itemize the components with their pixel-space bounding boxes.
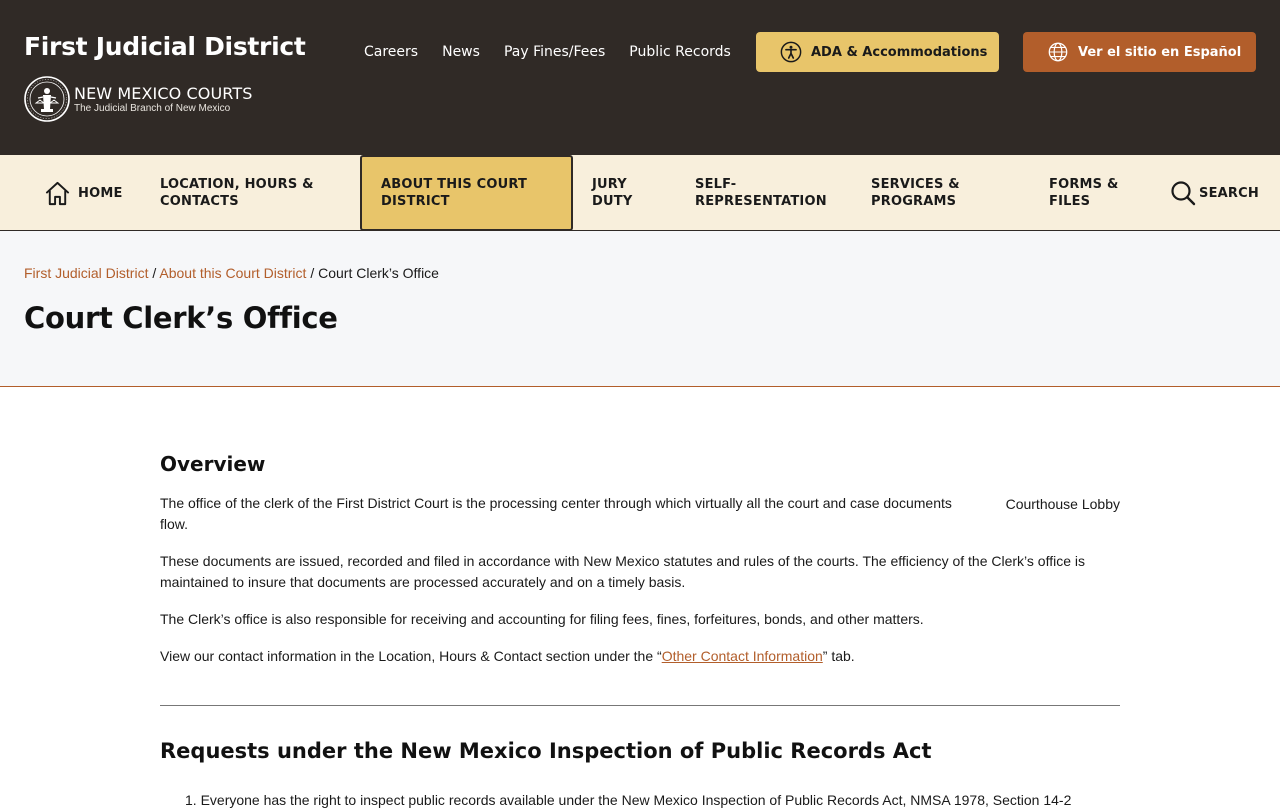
court-seal-icon [24,76,70,122]
ipra-list-item-1: 1. Everyone has the right to inspect pub… [185,792,1072,808]
breadcrumb: First Judicial District / About this Cou… [24,265,439,281]
overview-heading: Overview [160,452,266,476]
overview-paragraph-3: The Clerk’s office is also responsible f… [160,611,924,627]
overview-paragraph-1: The office of the clerk of the First Dis… [160,495,952,532]
p4-text-before: View our contact information in the Loca… [160,648,662,664]
link-public-records[interactable]: Public Records [629,43,731,61]
link-careers[interactable]: Careers [364,43,418,61]
link-pay-fines-fees[interactable]: Pay Fines/Fees [504,43,605,61]
breadcrumb-current: Court Clerk’s Office [318,265,439,281]
brand-name: NEW MEXICO COURTS [74,83,253,103]
globe-icon [1048,42,1068,62]
nav-item-about-this-court-district[interactable]: ABOUT THIS COURT DISTRICT [360,155,573,231]
overview-paragraph-2: These documents are issued, recorded and… [160,553,1085,590]
site-title[interactable]: First Judicial District [24,32,306,61]
nav-item-jury-duty[interactable]: JURY DUTY [592,155,662,231]
nav-item-search[interactable]: SEARCH [1170,155,1259,231]
ipra-heading: Requests under the New Mexico Inspection… [160,739,932,763]
nav-item-location-hours-contacts[interactable]: LOCATION, HOURS & CONTACTS [160,155,340,231]
spanish-site-button[interactable]: Ver el sitio en Español [1023,32,1256,72]
courthouse-lobby-image: Courthouse Lobby [1006,496,1120,512]
breadcrumb-separator: / [306,265,319,281]
nav-item-self-representation[interactable]: SELF-REPRESENTATION [695,155,845,231]
p4-text-after: ” tab. [822,648,855,664]
breadcrumb-first-judicial-district[interactable]: First Judicial District [24,265,148,281]
nav-home-label: HOME [78,185,123,201]
breadcrumb-separator: / [148,265,160,281]
nav-item-forms-files[interactable]: FORMS & FILES [1049,155,1139,231]
accessibility-icon [780,41,802,63]
overview-paragraph-4: View our contact information in the Loca… [160,646,1120,667]
utility-nav: Careers News Pay Fines/Fees Public Recor… [364,43,731,61]
ada-accommodations-button[interactable]: ADA & Accommodations [756,32,999,72]
overview-intro: The office of the clerk of the First Dis… [160,493,1120,551]
main-content: Overview The office of the clerk of the … [160,452,1120,780]
search-icon [1171,181,1196,206]
courthouse-lobby-alt-text: Courthouse Lobby [1005,496,1120,512]
brand-subtitle: The Judicial Branch of New Mexico [74,102,231,114]
top-header: First Judicial District NEW MEXICO COURT… [0,0,1280,155]
breadcrumb-about-this-court-district[interactable]: About this Court District [159,265,306,281]
page-title-band: First Judicial District / About this Cou… [0,231,1280,387]
link-news[interactable]: News [442,43,480,61]
nm-courts-logo[interactable]: NEW MEXICO COURTS The Judicial Branch of… [24,76,253,122]
other-contact-information-link[interactable]: Other Contact Information [662,648,823,664]
main-nav: HOME LOCATION, HOURS & CONTACTS ABOUT TH… [0,155,1280,231]
nav-item-services-programs[interactable]: SERVICES & PROGRAMS [871,155,1001,231]
nav-search-label: SEARCH [1199,185,1259,201]
spanish-button-label: Ver el sitio en Español [1078,44,1242,60]
ada-button-label: ADA & Accommodations [811,44,988,60]
nav-item-home[interactable]: HOME [44,155,123,231]
page-title: Court Clerk’s Office [24,301,338,335]
section-divider [160,705,1120,706]
home-icon [45,181,70,205]
